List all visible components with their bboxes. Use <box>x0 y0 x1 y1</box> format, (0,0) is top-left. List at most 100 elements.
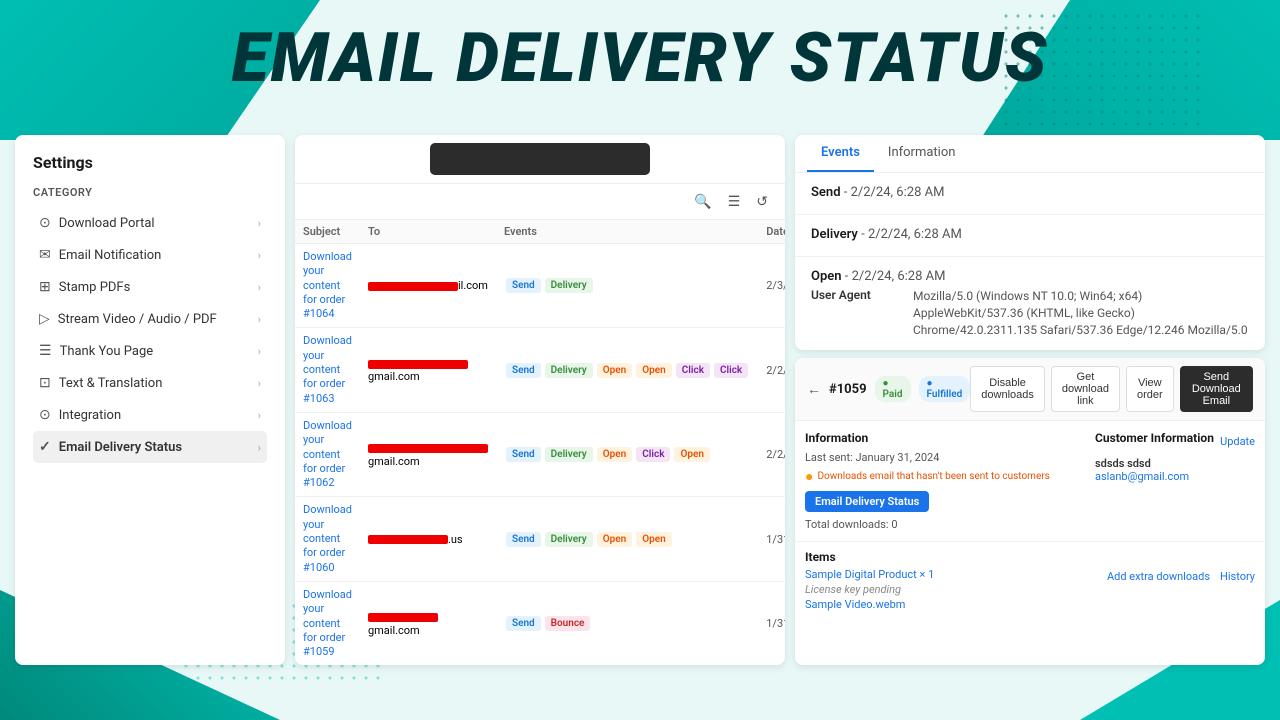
order-items: Items Sample Digital Product × 1 License… <box>795 541 1265 619</box>
sidebar-item-stream-video[interactable]: ▷ Stream Video / Audio / PDF › <box>33 303 267 335</box>
table-row[interactable]: Download your content for order #1062 gm… <box>295 412 785 496</box>
cell-date: 2/2/24, 6:28 AM <box>758 328 785 412</box>
sidebar-item-email-notification[interactable]: ✉ Email Notification › <box>33 239 267 271</box>
filter-icon-button[interactable]: ☰ <box>723 190 746 213</box>
chevron-right-icon: › <box>258 249 261 262</box>
cell-events: SendBounce <box>496 581 758 665</box>
email-subject-link[interactable]: Download your content for order #1064 <box>303 250 352 320</box>
order-action-view-order[interactable]: View order <box>1126 366 1174 412</box>
cell-events: SendDeliveryOpenClickOpen <box>496 412 758 496</box>
menu-icon-email-notification: ✉ <box>39 247 51 263</box>
badge-click: Click <box>676 363 710 378</box>
menu-item-label-stamp-pdfs: Stamp PDFs <box>59 280 131 295</box>
table-row[interactable]: Download your content for order #1059 gm… <box>295 581 785 665</box>
sidebar-item-email-delivery-status[interactable]: ✓ Email Delivery Status › <box>33 431 267 463</box>
badge-open: Open <box>597 447 633 462</box>
product-file-link[interactable]: Sample Video.webm <box>805 598 934 611</box>
email-header-bar <box>295 135 785 184</box>
order-action-get-download-link[interactable]: Get download link <box>1051 366 1120 412</box>
order-header-actions: Disable downloadsGet download linkView o… <box>970 366 1253 412</box>
cell-subject: Download your content for order #1062 <box>295 412 360 496</box>
order-last-sent: Last sent: January 31, 2024 <box>805 451 1085 464</box>
total-downloads: Total downloads: 0 <box>805 518 1085 531</box>
tab-information[interactable]: Information <box>874 135 970 172</box>
cell-subject: Download your content for order #1059 <box>295 581 360 665</box>
menu-icon-download-portal: ⊙ <box>39 215 51 231</box>
badge-open: Open <box>597 363 633 378</box>
table-row[interactable]: Download your content for order #1064 il… <box>295 244 785 328</box>
badge-send: Send <box>506 616 541 631</box>
settings-title: Settings <box>33 153 267 172</box>
badge-delivery: Delivery <box>545 447 593 462</box>
events-card: EventsInformation Send - 2/2/24, 6:28 AM… <box>795 135 1265 350</box>
menu-item-left: ⊞ Stamp PDFs <box>39 279 130 295</box>
chevron-right-icon: › <box>258 409 261 422</box>
customer-name: sdsds sdsd <box>1095 457 1255 470</box>
email-subject-link[interactable]: Download your content for order #1059 <box>303 588 352 658</box>
email-subject-link[interactable]: Download your content for order #1063 <box>303 334 352 404</box>
chevron-right-icon: › <box>258 377 261 390</box>
table-row[interactable]: Download your content for order #1060 .u… <box>295 497 785 581</box>
update-link[interactable]: Update <box>1220 435 1255 448</box>
menu-item-left: ✉ Email Notification <box>39 247 161 263</box>
send-download-email-button[interactable]: Send Download Email <box>1180 366 1253 412</box>
add-extra-downloads-link[interactable]: Add extra downloads <box>1107 570 1210 583</box>
product-link[interactable]: Sample Digital Product × 1 <box>805 568 934 581</box>
cell-to: gmail.com <box>360 328 496 412</box>
sidebar-item-text-translation[interactable]: ⊡ Text & Translation › <box>33 367 267 399</box>
license-key: License key pending <box>805 583 934 596</box>
fulfilled-dot: ● <box>927 378 933 389</box>
chevron-right-icon: › <box>258 281 261 294</box>
cell-events: SendDelivery <box>496 244 758 328</box>
status-fulfilled: ● Fulfilled <box>919 376 971 402</box>
table-row[interactable]: Download your content for order #1063 gm… <box>295 328 785 412</box>
badge-open: Open <box>636 532 672 547</box>
badge-send: Send <box>506 363 541 378</box>
chevron-right-icon: › <box>258 345 261 358</box>
email-table: Subject To Events Date Download your con… <box>295 220 785 665</box>
sidebar-item-thank-you-page[interactable]: ☰ Thank You Page › <box>33 335 267 367</box>
search-bar[interactable] <box>430 143 650 175</box>
badge-click: Click <box>636 447 670 462</box>
menu-item-label-download-portal: Download Portal <box>59 216 155 231</box>
order-action-disable-downloads[interactable]: Disable downloads <box>970 366 1045 412</box>
order-header: ← #1059 ● Paid ● Fulfilled Disable downl… <box>795 358 1265 421</box>
category-label: Category <box>33 186 267 199</box>
history-link[interactable]: History <box>1220 570 1255 583</box>
badge-open: Open <box>636 363 672 378</box>
redacted-email <box>368 535 448 544</box>
order-body: Information Last sent: January 31, 2024 … <box>795 421 1265 541</box>
email-toolbar: 🔍 ☰ ↺ <box>295 184 785 220</box>
settings-panel: Settings Category ⊙ Download Portal › ✉ … <box>15 135 285 665</box>
redacted-email <box>368 613 438 622</box>
email-delivery-status-button[interactable]: Email Delivery Status <box>805 491 929 512</box>
sidebar-item-stamp-pdfs[interactable]: ⊞ Stamp PDFs › <box>33 271 267 303</box>
chevron-right-icon: › <box>258 441 261 454</box>
menu-icon-thank-you-page: ☰ <box>39 343 52 359</box>
sidebar-item-download-portal[interactable]: ⊙ Download Portal › <box>33 207 267 239</box>
menu-item-label-email-delivery-status: Email Delivery Status <box>59 440 182 455</box>
search-icon-button[interactable]: 🔍 <box>689 190 716 213</box>
event-entry-delivery: Delivery - 2/2/24, 6:28 AM <box>795 215 1265 257</box>
menu-icon-stream-video: ▷ <box>39 311 50 327</box>
email-subject-link[interactable]: Download your content for order #1062 <box>303 419 352 489</box>
email-subject-link[interactable]: Download your content for order #1060 <box>303 503 352 573</box>
event-title: Send - 2/2/24, 6:28 AM <box>811 185 1249 200</box>
tab-events[interactable]: Events <box>807 135 874 172</box>
menu-item-label-text-translation: Text & Translation <box>59 376 163 391</box>
status-paid: ● Paid <box>875 376 911 402</box>
menu-item-label-integration: Integration <box>59 408 121 423</box>
sidebar-item-integration[interactable]: ⊙ Integration › <box>33 399 267 431</box>
refresh-icon-button[interactable]: ↺ <box>751 190 773 213</box>
redacted-email <box>368 282 458 291</box>
back-button[interactable]: ← <box>807 381 821 397</box>
email-scroll[interactable]: Subject To Events Date Download your con… <box>295 220 785 665</box>
customer-email[interactable]: aslanb@gmail.com <box>1095 470 1189 483</box>
event-title: Delivery - 2/2/24, 6:28 AM <box>811 227 1249 242</box>
menu-icon-integration: ⊙ <box>39 407 51 423</box>
cell-to: .us <box>360 497 496 581</box>
col-date: Date <box>758 220 785 244</box>
menu-item-label-stream-video: Stream Video / Audio / PDF <box>58 312 217 327</box>
menu-item-label-email-notification: Email Notification <box>59 248 162 263</box>
cell-events: SendDeliveryOpenOpenClickClick <box>496 328 758 412</box>
